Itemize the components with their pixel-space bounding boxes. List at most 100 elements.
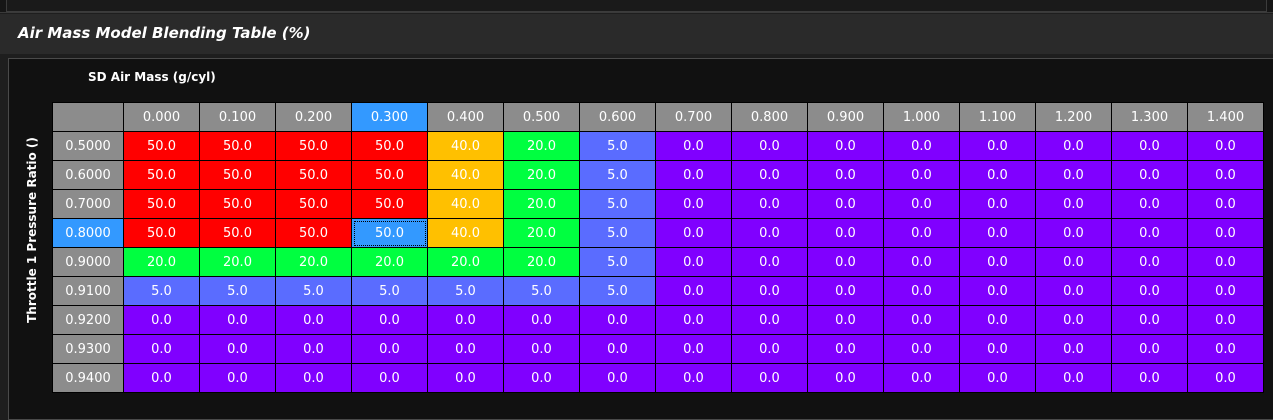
table-cell[interactable]: 0.0 (883, 247, 960, 277)
column-header[interactable]: 1.300 (1111, 102, 1188, 132)
table-cell[interactable]: 0.0 (123, 305, 200, 335)
table-cell[interactable]: 0.0 (807, 160, 884, 190)
table-cell[interactable]: 0.0 (1111, 131, 1188, 161)
table-cell[interactable]: 5.0 (579, 131, 656, 161)
table-cell[interactable]: 0.0 (1035, 247, 1112, 277)
row-header[interactable]: 0.6000 (52, 160, 124, 190)
table-cell[interactable]: 5.0 (275, 276, 352, 306)
table-cell[interactable]: 0.0 (1187, 131, 1264, 161)
table-cell[interactable]: 0.0 (807, 363, 884, 393)
table-cell[interactable]: 0.0 (1111, 218, 1188, 248)
table-cell[interactable]: 5.0 (427, 276, 504, 306)
table-cell[interactable]: 0.0 (1187, 247, 1264, 277)
table-cell[interactable]: 0.0 (1035, 305, 1112, 335)
table-cell[interactable]: 0.0 (883, 363, 960, 393)
table-cell[interactable]: 0.0 (959, 131, 1036, 161)
table-cell[interactable]: 50.0 (199, 189, 276, 219)
table-cell[interactable]: 5.0 (579, 160, 656, 190)
table-cell[interactable]: 0.0 (731, 131, 808, 161)
column-header[interactable]: 1.400 (1187, 102, 1264, 132)
table-cell[interactable]: 0.0 (883, 276, 960, 306)
column-header[interactable]: 0.100 (199, 102, 276, 132)
table-cell[interactable]: 0.0 (731, 218, 808, 248)
table-cell[interactable]: 0.0 (807, 218, 884, 248)
table-cell[interactable]: 50.0 (199, 160, 276, 190)
table-cell[interactable]: 20.0 (503, 131, 580, 161)
table-cell[interactable]: 20.0 (123, 247, 200, 277)
column-header[interactable]: 0.900 (807, 102, 884, 132)
table-cell[interactable]: 0.0 (1187, 218, 1264, 248)
row-header[interactable]: 0.5000 (52, 131, 124, 161)
table-cell[interactable]: 0.0 (959, 276, 1036, 306)
table-cell[interactable]: 0.0 (579, 363, 656, 393)
row-header[interactable]: 0.9300 (52, 334, 124, 364)
table-cell[interactable]: 0.0 (275, 305, 352, 335)
table-cell[interactable]: 5.0 (579, 218, 656, 248)
table-cell[interactable]: 5.0 (579, 189, 656, 219)
table-cell[interactable]: 0.0 (1035, 131, 1112, 161)
table-cell[interactable]: 20.0 (199, 247, 276, 277)
table-cell[interactable]: 0.0 (1035, 334, 1112, 364)
table-cell[interactable]: 0.0 (275, 363, 352, 393)
table-cell[interactable]: 0.0 (807, 131, 884, 161)
table-cell[interactable]: 0.0 (807, 189, 884, 219)
table-cell[interactable]: 0.0 (427, 363, 504, 393)
table-cell[interactable]: 0.0 (1035, 218, 1112, 248)
table-cell[interactable]: 0.0 (1111, 160, 1188, 190)
table-cell[interactable]: 0.0 (959, 160, 1036, 190)
table-cell[interactable]: 0.0 (1187, 305, 1264, 335)
table-cell[interactable]: 20.0 (503, 218, 580, 248)
table-cell[interactable]: 0.0 (199, 305, 276, 335)
table-cell[interactable]: 50.0 (275, 189, 352, 219)
table-cell[interactable]: 0.0 (199, 363, 276, 393)
table-cell[interactable]: 0.0 (883, 218, 960, 248)
table-cell[interactable]: 0.0 (731, 160, 808, 190)
table-cell[interactable]: 5.0 (123, 276, 200, 306)
table-cell[interactable]: 20.0 (503, 160, 580, 190)
column-header[interactable]: 1.000 (883, 102, 960, 132)
column-header[interactable]: 0.800 (731, 102, 808, 132)
table-cell[interactable]: 0.0 (199, 334, 276, 364)
table-cell[interactable]: 0.0 (959, 334, 1036, 364)
table-cell[interactable]: 50.0 (275, 131, 352, 161)
table-cell[interactable]: 0.0 (351, 363, 428, 393)
table-cell[interactable]: 0.0 (1187, 189, 1264, 219)
table-cell[interactable]: 0.0 (1035, 276, 1112, 306)
table-cell[interactable]: 0.0 (883, 334, 960, 364)
row-header[interactable]: 0.9400 (52, 363, 124, 393)
table-cell[interactable]: 0.0 (883, 160, 960, 190)
row-header[interactable]: 0.9100 (52, 276, 124, 306)
table-cell[interactable]: 0.0 (959, 189, 1036, 219)
table-cell[interactable]: 20.0 (503, 247, 580, 277)
table-cell[interactable]: 0.0 (959, 363, 1036, 393)
table-cell[interactable]: 0.0 (1111, 276, 1188, 306)
table-cell[interactable]: 50.0 (199, 131, 276, 161)
table-cell[interactable]: 0.0 (503, 363, 580, 393)
table-cell[interactable]: 0.0 (1111, 189, 1188, 219)
table-cell[interactable]: 0.0 (1111, 247, 1188, 277)
table-cell[interactable]: 0.0 (731, 189, 808, 219)
table-cell[interactable]: 0.0 (807, 334, 884, 364)
table-cell[interactable]: 0.0 (807, 305, 884, 335)
table-cell[interactable]: 50.0 (123, 131, 200, 161)
table-cell[interactable]: 0.0 (1035, 363, 1112, 393)
table-cell[interactable]: 0.0 (655, 247, 732, 277)
table-cell[interactable]: 0.0 (427, 334, 504, 364)
column-header[interactable]: 0.000 (123, 102, 200, 132)
column-header[interactable]: 0.600 (579, 102, 656, 132)
table-cell[interactable]: 0.0 (655, 334, 732, 364)
table-cell[interactable]: 0.0 (959, 247, 1036, 277)
column-header[interactable]: 1.200 (1035, 102, 1112, 132)
table-cell[interactable]: 0.0 (1187, 276, 1264, 306)
table-cell[interactable]: 0.0 (1187, 160, 1264, 190)
column-header[interactable]: 0.200 (275, 102, 352, 132)
table-cell[interactable]: 0.0 (883, 131, 960, 161)
column-header[interactable]: 0.700 (655, 102, 732, 132)
column-header[interactable]: 0.500 (503, 102, 580, 132)
table-cell[interactable]: 50.0 (351, 189, 428, 219)
table-cell[interactable]: 0.0 (579, 334, 656, 364)
row-header[interactable]: 0.9200 (52, 305, 124, 335)
table-cell[interactable]: 0.0 (731, 247, 808, 277)
table-cell[interactable]: 5.0 (579, 247, 656, 277)
table-cell[interactable]: 0.0 (1111, 363, 1188, 393)
